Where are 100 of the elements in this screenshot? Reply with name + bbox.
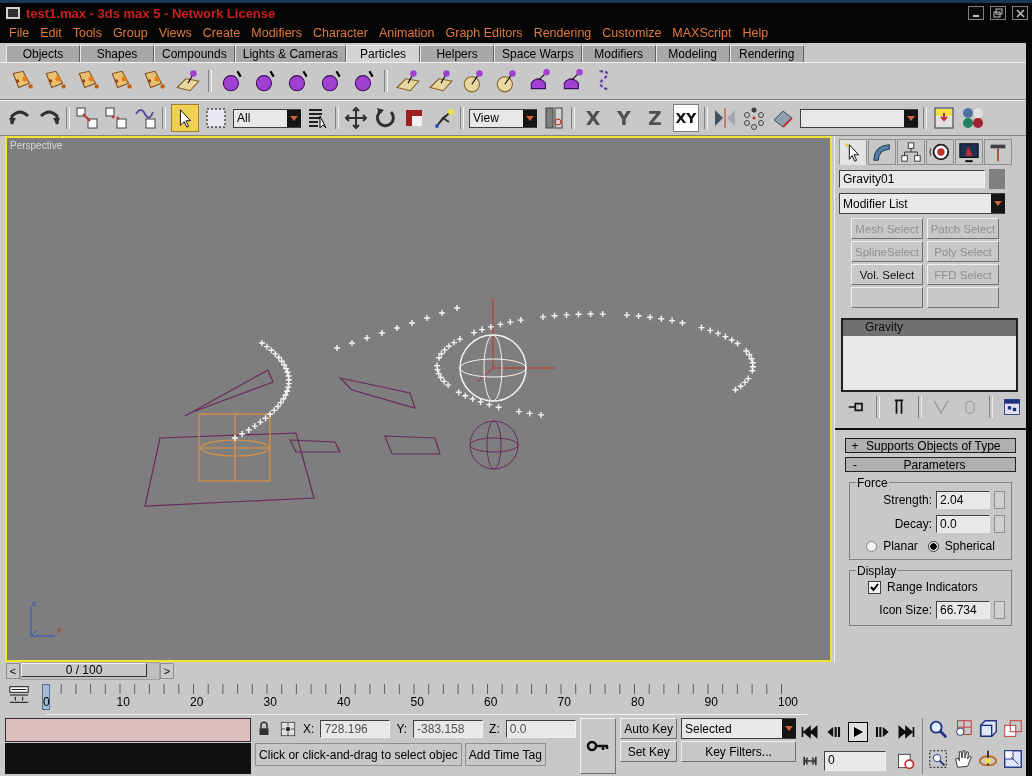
tab[interactable]: Modifiers xyxy=(581,45,656,62)
number-field[interactable]: 2.04 xyxy=(936,491,990,509)
play-button[interactable] xyxy=(848,721,868,742)
menu-item[interactable]: Animation xyxy=(378,26,435,40)
radio-button[interactable]: Spherical xyxy=(927,539,995,553)
rollout-header[interactable]: + Supports Objects of Type xyxy=(845,438,1016,453)
menu-item[interactable]: MAXScript xyxy=(672,26,732,40)
next-frame-button[interactable]: > xyxy=(160,663,174,679)
menu-item[interactable]: Group xyxy=(112,26,148,40)
minimize-button[interactable] xyxy=(968,6,984,20)
tab[interactable]: Modeling xyxy=(655,45,730,62)
tab[interactable]: Rendering xyxy=(729,45,804,62)
panel-tab[interactable] xyxy=(955,139,983,165)
close-button[interactable] xyxy=(1012,6,1028,20)
frame-field[interactable]: 0 xyxy=(824,750,886,771)
object-name-field[interactable]: Gravity01 xyxy=(839,170,985,188)
select-button[interactable] xyxy=(171,104,199,132)
maximize-viewport-icon[interactable] xyxy=(1002,748,1024,770)
tab[interactable]: Space Warps xyxy=(494,45,582,62)
particles-icon[interactable] xyxy=(175,68,201,94)
previous-frame-button[interactable]: < xyxy=(6,663,20,679)
region-select-icon[interactable] xyxy=(204,106,228,130)
checkbox[interactable]: Range Indicators xyxy=(856,579,1005,595)
menu-item[interactable]: Character xyxy=(313,26,368,40)
modifier-button[interactable]: Vol. Select xyxy=(851,264,923,285)
panel-tab[interactable] xyxy=(984,139,1012,165)
menu-item[interactable]: Help xyxy=(742,26,769,40)
radio-dot[interactable] xyxy=(866,540,878,552)
number-field[interactable]: 0.0 xyxy=(936,515,990,533)
menu-item[interactable]: Tools xyxy=(72,26,102,40)
menu-item[interactable]: Views xyxy=(158,26,192,40)
rollout-header[interactable]: - Parameters xyxy=(845,457,1016,472)
link-icon[interactable] xyxy=(75,106,99,130)
move-icon[interactable] xyxy=(344,106,368,130)
unlink-icon[interactable] xyxy=(104,106,128,130)
region-zoom-icon[interactable] xyxy=(927,748,949,770)
group-title: Display xyxy=(856,564,898,578)
zoom-icon[interactable] xyxy=(927,718,949,740)
tab[interactable]: Compounds xyxy=(154,45,235,62)
radio-button[interactable]: Planar xyxy=(866,539,918,553)
pan-hand-icon[interactable] xyxy=(952,748,974,770)
zoom-extents-icon[interactable] xyxy=(977,718,999,740)
tab[interactable]: Particles xyxy=(346,45,421,62)
reference-coordinate-dropdown[interactable]: View xyxy=(469,108,537,128)
selection-center-icon[interactable] xyxy=(279,720,298,738)
menu-item[interactable]: Modifiers xyxy=(251,26,302,40)
named-selection-dropdown[interactable] xyxy=(800,108,918,128)
menu-item[interactable]: Graph Editors xyxy=(445,26,523,40)
menu-item[interactable]: Customize xyxy=(602,26,662,40)
coordinate-field[interactable]: 0.0 xyxy=(505,720,576,738)
panel-tab[interactable] xyxy=(897,139,925,165)
axis-constraint-button[interactable]: X xyxy=(580,104,606,132)
group-title: Force xyxy=(856,476,889,490)
object-color-swatch[interactable] xyxy=(989,169,1005,189)
menu-item[interactable]: Edit xyxy=(40,26,62,40)
bind-icon[interactable] xyxy=(133,106,157,130)
blank-button[interactable] xyxy=(927,287,999,308)
auto-key-button[interactable]: Auto Key xyxy=(620,718,677,739)
key-mode-dropdown[interactable]: Selected xyxy=(681,718,796,739)
radio-dot[interactable] xyxy=(927,540,939,552)
configure-icon[interactable] xyxy=(1002,397,1022,417)
material-balls-icon[interactable] xyxy=(961,106,985,130)
set-key-mode-button[interactable]: Set Key xyxy=(620,741,677,762)
stack-item[interactable]: Gravity xyxy=(843,320,1016,336)
tab[interactable]: Shapes xyxy=(80,45,154,62)
add-time-tag-button[interactable]: Add Time Tag xyxy=(464,743,546,766)
frame-number: 40 xyxy=(337,695,351,709)
maxscript-output-field[interactable] xyxy=(5,743,252,774)
tab[interactable]: Objects xyxy=(6,45,80,62)
pivot-icon[interactable] xyxy=(542,106,566,130)
track-view-icon[interactable] xyxy=(932,106,956,130)
axis-constraint-button[interactable]: Y xyxy=(611,104,637,132)
number-field[interactable]: 66.734 xyxy=(936,601,990,619)
maxscript-listener-field[interactable] xyxy=(5,718,252,742)
panel-tab[interactable] xyxy=(926,139,954,165)
zoom-extents-all-icon[interactable] xyxy=(1002,718,1024,740)
coordinate-field[interactable]: -383.158 xyxy=(413,720,484,738)
key-filters-button[interactable]: Key Filters... xyxy=(681,741,796,762)
rotate-icon[interactable] xyxy=(373,106,397,130)
array-icon[interactable] xyxy=(742,106,766,130)
axis-constraint-button[interactable]: XY xyxy=(673,104,699,132)
set-key-button[interactable] xyxy=(579,718,617,774)
menu-item[interactable]: Create xyxy=(202,26,241,40)
tab[interactable]: Helpers xyxy=(420,45,495,62)
restore-button[interactable] xyxy=(990,6,1006,20)
modifier-list-dropdown[interactable]: Modifier List xyxy=(839,193,1005,214)
selection-filter-dropdown[interactable]: All xyxy=(233,108,301,128)
menu-item[interactable]: Rendering xyxy=(533,26,592,40)
app-icon[interactable] xyxy=(6,7,20,19)
menu-item[interactable]: File xyxy=(9,26,30,40)
mirror-icon[interactable] xyxy=(713,106,737,130)
panel-tab[interactable] xyxy=(839,139,867,165)
axis-constraint-button[interactable]: Z xyxy=(642,104,668,132)
plate-pin-icon[interactable] xyxy=(428,68,454,94)
coordinate-field[interactable]: 728.196 xyxy=(320,720,391,738)
timeline-toggle-icon[interactable] xyxy=(8,684,30,706)
modifier-stack[interactable]: Gravity xyxy=(841,318,1018,392)
blank-button[interactable] xyxy=(851,287,923,308)
plate-pin-icon[interactable] xyxy=(395,68,421,94)
tab[interactable]: Lights & Cameras xyxy=(234,45,347,62)
